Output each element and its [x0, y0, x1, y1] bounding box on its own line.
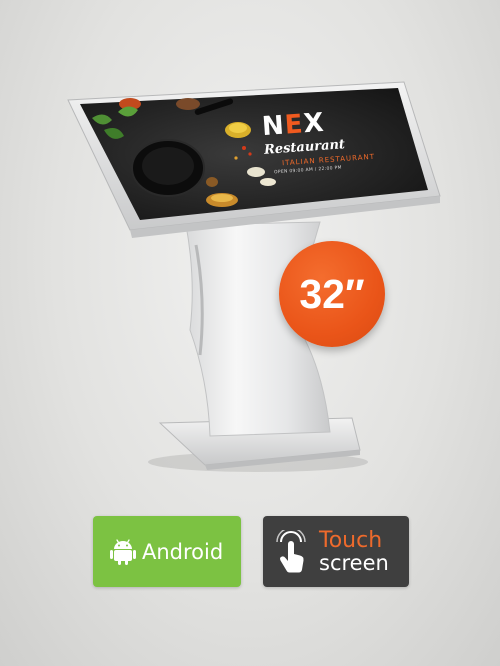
touch-screen-badge: Touch screen — [263, 516, 409, 587]
screen-brand-logo: NEX — [261, 108, 326, 142]
brand-prefix: N — [261, 110, 286, 143]
screen-label: screen — [319, 550, 389, 575]
brand-accent: E — [283, 109, 305, 141]
kiosk-illustration — [67, 81, 441, 472]
touch-label: Touch — [319, 527, 383, 553]
android-badge: Android — [93, 516, 241, 587]
touch-screen-text: Touch screen — [319, 527, 389, 575]
android-icon — [110, 538, 136, 565]
hand-touch-icon — [276, 529, 306, 572]
screen-size-badge: 32″ — [279, 241, 385, 347]
android-label: Android — [142, 539, 224, 564]
brand-suffix: X — [302, 107, 326, 140]
